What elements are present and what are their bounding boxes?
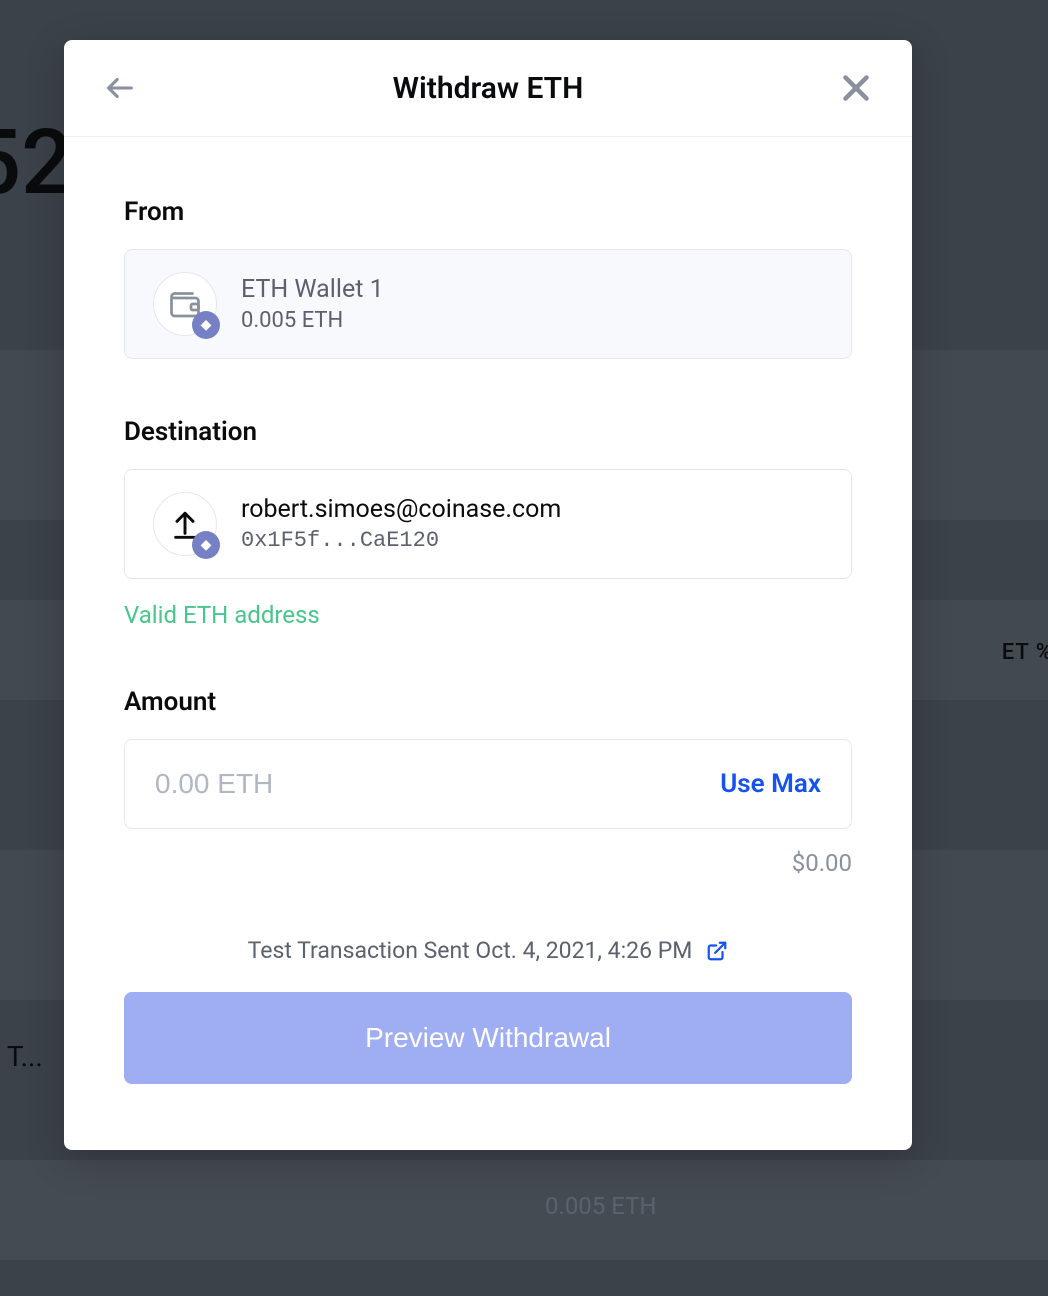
back-button[interactable] xyxy=(100,68,140,108)
withdraw-modal: Withdraw ETH From ◆ ETH Wallet 1 0.0 xyxy=(64,40,912,1150)
wallet-icon-circle: ◆ xyxy=(153,272,217,336)
destination-address: 0x1F5f...CaE120 xyxy=(241,528,561,553)
destination-label: Destination xyxy=(124,417,852,447)
destination-text: robert.simoes@coinase.com 0x1F5f...CaE12… xyxy=(241,495,561,553)
amount-usd-display: $0.00 xyxy=(124,849,852,877)
modal-header: Withdraw ETH xyxy=(64,40,912,137)
arrow-left-icon xyxy=(103,71,137,105)
test-transaction-text: Test Transaction Sent Oct. 4, 2021, 4:26… xyxy=(248,937,693,964)
external-link-icon xyxy=(706,940,728,962)
backdrop-number: 52 xyxy=(0,110,72,215)
backdrop-balance-text: 0.005 ETH xyxy=(545,1192,657,1220)
destination-email: robert.simoes@coinase.com xyxy=(241,495,561,524)
send-icon-circle: ◆ xyxy=(153,492,217,556)
eth-badge: ◆ xyxy=(192,311,220,339)
from-wallet-card[interactable]: ◆ ETH Wallet 1 0.005 ETH xyxy=(124,249,852,359)
from-label: From xyxy=(124,197,852,227)
use-max-button[interactable]: Use Max xyxy=(720,769,821,799)
close-icon xyxy=(838,70,874,106)
from-wallet-name: ETH Wallet 1 xyxy=(241,275,384,304)
test-transaction-row: Test Transaction Sent Oct. 4, 2021, 4:26… xyxy=(124,937,852,964)
ethereum-icon: ◆ xyxy=(201,538,212,552)
from-wallet-balance: 0.005 ETH xyxy=(241,308,384,333)
backdrop-truncated-text: n T... xyxy=(0,1040,43,1073)
eth-badge: ◆ xyxy=(192,531,220,559)
modal-title: Withdraw ETH xyxy=(393,71,584,106)
destination-card[interactable]: ◆ robert.simoes@coinase.com 0x1F5f...CaE… xyxy=(124,469,852,579)
amount-input[interactable] xyxy=(155,768,720,800)
amount-label: Amount xyxy=(124,687,852,717)
preview-withdrawal-button[interactable]: Preview Withdrawal xyxy=(124,992,852,1084)
close-button[interactable] xyxy=(836,68,876,108)
backdrop-label: ET % xyxy=(1002,640,1048,665)
from-wallet-text: ETH Wallet 1 0.005 ETH xyxy=(241,275,384,333)
valid-address-message: Valid ETH address xyxy=(124,601,852,629)
modal-body: From ◆ ETH Wallet 1 0.005 ETH Destinatio… xyxy=(64,137,912,1084)
backdrop-stripe xyxy=(0,1160,1048,1260)
ethereum-icon: ◆ xyxy=(201,318,212,332)
amount-input-container: Use Max xyxy=(124,739,852,829)
external-link-button[interactable] xyxy=(706,940,728,962)
